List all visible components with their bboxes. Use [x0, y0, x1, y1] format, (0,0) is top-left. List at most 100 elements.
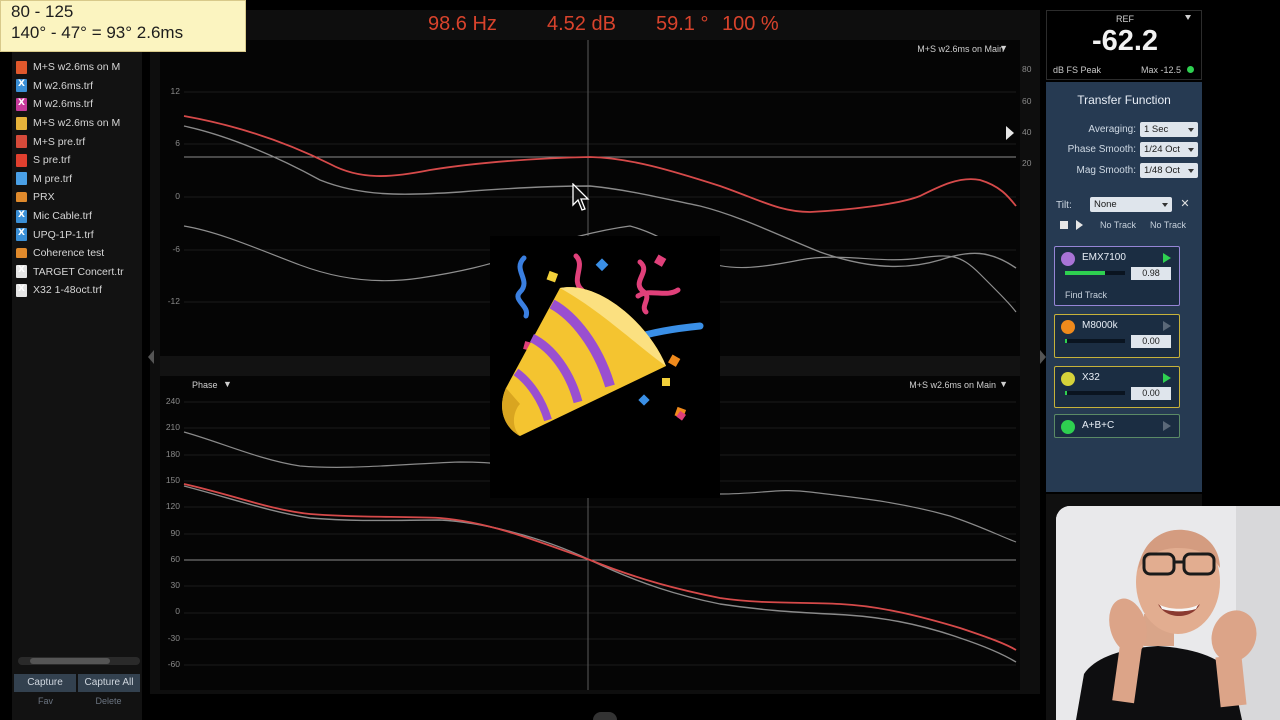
file-name: Mic Cable.trf	[33, 210, 92, 223]
status-dot	[1187, 66, 1194, 73]
file-item[interactable]: M+S w2.6ms on M	[16, 58, 144, 77]
file-item[interactable]: Coherence test	[16, 244, 144, 263]
measurement-x32[interactable]: X32 0.00	[1054, 366, 1180, 408]
file-list: M+S w2.6ms on M M w2.6ms.trf M w2.6ms.trf M…	[16, 58, 144, 300]
close-icon[interactable]: ✕	[1178, 197, 1192, 211]
measurement-m8000k[interactable]: M8000k 0.00	[1054, 314, 1180, 358]
chevron-down-icon[interactable]: ▼	[999, 379, 1008, 389]
file-item[interactable]: UPQ-1P-1.trf	[16, 225, 144, 244]
averaging-select[interactable]: 1 Sec	[1140, 122, 1198, 137]
y-tick-label: 180	[165, 448, 180, 459]
file-x-icon	[16, 283, 27, 297]
measurement-name: EMX7100	[1082, 252, 1126, 263]
measurement-color-dot[interactable]	[1061, 252, 1075, 266]
y-tick-label: 0	[175, 606, 180, 617]
chevron-down-icon[interactable]: ▼	[999, 43, 1008, 53]
play-triangle-icon[interactable]	[1006, 126, 1014, 140]
presenter-image	[1056, 506, 1280, 720]
phase-trace-label[interactable]: M+S w2.6ms on Main	[909, 380, 996, 390]
collapse-left-icon[interactable]	[148, 350, 154, 364]
measurement-color-dot[interactable]	[1061, 372, 1075, 386]
capture-row: Capture Capture All	[14, 674, 140, 692]
measurement-emx7100[interactable]: EMX7100 0.98 Find Track	[1054, 246, 1180, 306]
file-name: PRX	[33, 191, 55, 204]
file-x-icon	[16, 265, 27, 279]
delay-slider[interactable]	[1065, 391, 1125, 395]
phase-smooth-select[interactable]: 1/24 Oct	[1140, 142, 1198, 157]
file-item[interactable]: M+S w2.6ms on M	[16, 114, 144, 133]
measurement-name: M8000k	[1082, 320, 1118, 331]
y-tick-label: -12	[167, 296, 180, 306]
file-item[interactable]: TARGET Concert.tr	[16, 263, 144, 282]
folder-icon	[16, 248, 27, 259]
capture-all-button[interactable]: Capture All	[78, 674, 140, 692]
file-name: M w2.6ms.trf	[33, 79, 94, 92]
slider-fill	[1065, 391, 1067, 395]
fav-button[interactable]: Fav	[14, 696, 77, 706]
phase-smooth-label: Phase Smooth:	[1067, 144, 1136, 155]
chevron-down-icon	[1188, 169, 1194, 173]
play-icon[interactable]	[1163, 321, 1171, 331]
no-track-2[interactable]: No Track	[1150, 220, 1186, 230]
measurement-color-dot[interactable]	[1061, 320, 1075, 334]
mag-smooth-row: Mag Smooth: 1/48 Oct	[1052, 163, 1198, 179]
scrollbar-thumb[interactable]	[30, 658, 110, 664]
coherence-tick-label: 40	[1022, 127, 1032, 137]
ref-meter[interactable]: REF -62.2 dB FS Peak Max -12.5	[1046, 10, 1202, 80]
play-icon[interactable]	[1163, 421, 1171, 431]
y-tick-label: 30	[170, 580, 180, 591]
file-item[interactable]: Mic Cable.trf	[16, 207, 144, 226]
y-tick-label: 6	[175, 138, 180, 148]
delay-value[interactable]: 0.00	[1131, 335, 1171, 348]
y-tick-label: 120	[165, 501, 180, 512]
file-item[interactable]: M w2.6ms.trf	[16, 77, 144, 96]
play-icon[interactable]	[1076, 220, 1083, 230]
capture-button[interactable]: Capture	[14, 674, 76, 692]
y-tick-label: 150	[165, 474, 180, 485]
file-name: M pre.trf	[33, 172, 73, 185]
tilt-label: Tilt:	[1056, 200, 1072, 211]
chevron-down-icon[interactable]	[1185, 15, 1191, 20]
delay-value[interactable]: 0.98	[1131, 267, 1171, 280]
find-track-label[interactable]: Find Track	[1065, 290, 1107, 300]
magnitude-trace-red	[183, 115, 1017, 213]
file-name: UPQ-1P-1.trf	[33, 228, 94, 241]
delay-slider[interactable]	[1065, 339, 1125, 343]
file-item[interactable]: M+S pre.trf	[16, 132, 144, 151]
no-track-1[interactable]: No Track	[1100, 220, 1136, 230]
file-blue-icon	[16, 172, 27, 186]
coherence-tick-label: 80	[1022, 64, 1032, 74]
file-orange-icon	[16, 60, 27, 74]
file-item[interactable]: S pre.trf	[16, 151, 144, 170]
file-item[interactable]: M w2.6ms.trf	[16, 95, 144, 114]
ref-unit[interactable]: dB FS Peak	[1053, 65, 1101, 75]
chevron-down-icon[interactable]: ▼	[223, 379, 232, 389]
phase-title[interactable]: Phase	[192, 380, 218, 390]
file-x-icon	[16, 97, 27, 111]
mag-smooth-value: 1/48 Oct	[1144, 165, 1180, 176]
phase-trace-gray-lower	[183, 485, 1017, 663]
measurement-color-dot[interactable]	[1061, 420, 1075, 434]
stop-icon[interactable]	[1060, 221, 1068, 229]
averaging-value: 1 Sec	[1144, 124, 1169, 135]
play-icon[interactable]	[1163, 373, 1171, 383]
file-item[interactable]: M pre.trf	[16, 170, 144, 189]
file-name: S pre.trf	[33, 154, 71, 167]
file-list-scrollbar[interactable]	[18, 657, 140, 665]
ref-max: Max -12.5	[1140, 65, 1181, 75]
file-name: X32 1-48oct.trf	[33, 284, 102, 297]
track-row: No Track No Track	[1056, 219, 1196, 233]
tilt-select[interactable]: None	[1090, 197, 1172, 212]
delay-value[interactable]: 0.00	[1131, 387, 1171, 400]
delete-button[interactable]: Delete	[77, 696, 140, 706]
delay-slider[interactable]	[1065, 271, 1125, 275]
play-icon[interactable]	[1163, 253, 1171, 263]
mag-smooth-select[interactable]: 1/48 Oct	[1140, 163, 1198, 178]
measurement-a-b-c[interactable]: A+B+C	[1054, 414, 1180, 438]
file-item[interactable]: PRX	[16, 188, 144, 207]
magnitude-trace-label[interactable]: M+S w2.6ms on Main	[917, 44, 1004, 54]
measurement-name: A+B+C	[1082, 420, 1115, 431]
file-item[interactable]: X32 1-48oct.trf	[16, 281, 144, 300]
y-tick-label: 0	[175, 191, 180, 201]
file-yellow-icon	[16, 116, 27, 130]
